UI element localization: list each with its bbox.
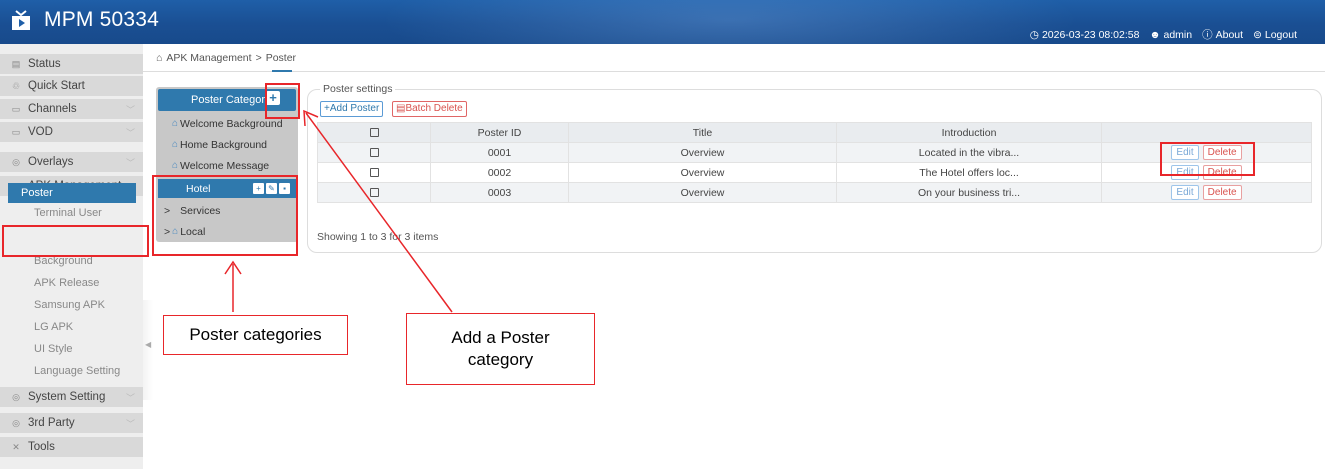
callout-add-category: Add a Poster category: [406, 313, 595, 385]
annotation-arrows: [224, 109, 453, 313]
callout-poster-categories: Poster categories: [163, 315, 348, 355]
callout-add-category-line2: category: [467, 350, 534, 369]
callout-add-category-line1: Add a Poster: [451, 328, 550, 347]
